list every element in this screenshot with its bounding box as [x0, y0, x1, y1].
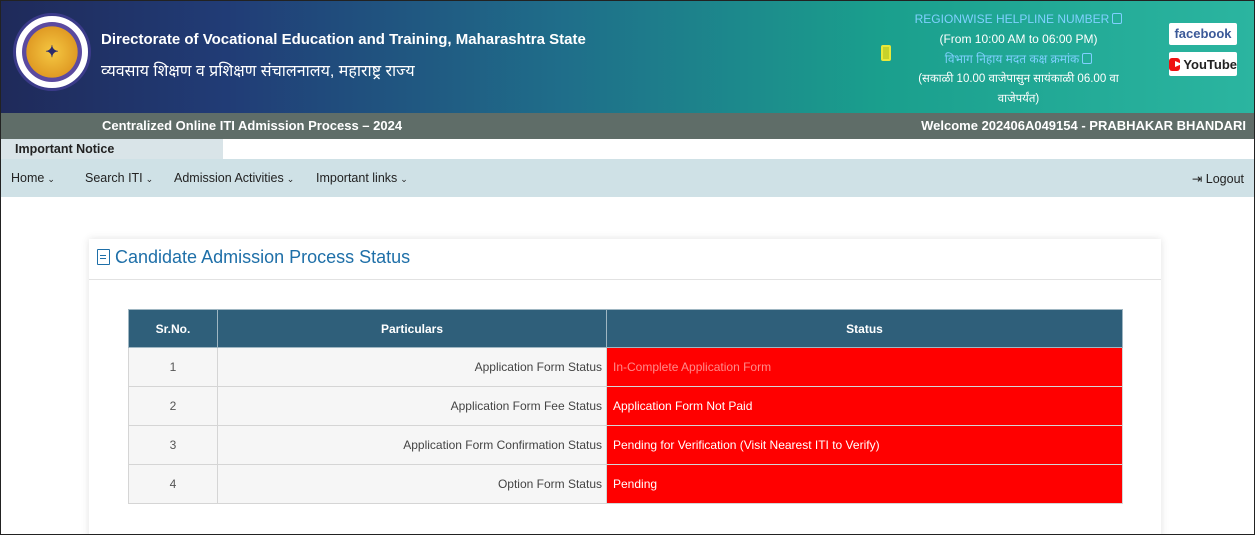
cell-srno: 2: [128, 386, 218, 426]
external-link-icon: [1112, 13, 1123, 24]
chevron-down-icon: ⌄: [145, 174, 154, 184]
table-row: 3 Application Form Confirmation Status P…: [128, 425, 1123, 465]
helpline-hours-marathi: (सकाळी 10.00 वाजेपासुन सायंकाळी 06.00 वा…: [918, 73, 1119, 105]
nav-admission-activities[interactable]: Admission Activities ⌄: [174, 171, 294, 185]
facebook-link[interactable]: facebook: [1169, 23, 1237, 45]
nav-important-links[interactable]: Important links ⌄: [316, 171, 408, 185]
table-header-row: Sr.No. Particulars Status: [128, 309, 1123, 348]
cell-particular: Option Form Status: [217, 464, 607, 504]
nav-search-iti[interactable]: Search ITI ⌄: [85, 171, 153, 185]
col-header-srno: Sr.No.: [128, 309, 218, 348]
cell-particular: Application Form Status: [217, 347, 607, 387]
chevron-down-icon: ⌄: [286, 174, 295, 184]
logout-icon: ⇥: [1191, 172, 1206, 186]
external-link-icon: [1082, 53, 1093, 64]
cell-particular: Application Form Fee Status: [217, 386, 607, 426]
nav-home[interactable]: Home ⌄: [11, 171, 55, 185]
table-row: 2 Application Form Fee Status Applicatio…: [128, 386, 1123, 426]
cell-status: Application Form Not Paid: [606, 386, 1123, 426]
helpline-link-english[interactable]: REGIONWISE HELPLINE NUMBER: [901, 9, 1136, 29]
page-frame: ✦ Directorate of Vocational Education an…: [0, 0, 1255, 535]
main-nav: Home ⌄ Search ITI ⌄ Admission Activities ⌄ …: [1, 159, 1254, 197]
cell-status: Pending: [606, 464, 1123, 504]
col-header-particulars: Particulars: [217, 309, 607, 348]
dvet-logo: ✦: [13, 13, 91, 91]
document-icon: [97, 249, 110, 265]
col-header-status: Status: [606, 309, 1123, 348]
panel-title: Candidate Admission Process Status: [97, 247, 410, 268]
welcome-user: Welcome 202406A049154 - PRABHAKAR BHANDA…: [921, 118, 1246, 133]
status-panel: Candidate Admission Process Status Sr.No…: [89, 239, 1161, 534]
panel-divider: [89, 279, 1161, 280]
youtube-link[interactable]: YouTube: [1169, 52, 1237, 76]
youtube-label: YouTube: [1183, 56, 1237, 72]
cell-particular: Application Form Confirmation Status: [217, 425, 607, 465]
helpline-hours-english: (From 10:00 AM to 06:00 PM): [939, 32, 1098, 46]
cell-status: In-Complete Application Form: [606, 347, 1123, 387]
status-table: Sr.No. Particulars Status 1 Application …: [128, 309, 1123, 504]
cell-srno: 3: [128, 425, 218, 465]
cell-srno: 1: [128, 347, 218, 387]
cell-srno: 4: [128, 464, 218, 504]
chevron-down-icon: ⌄: [400, 174, 408, 184]
org-name-marathi: व्यवसाय शिक्षण व प्रशिक्षण संचालनालय, मह…: [101, 63, 415, 80]
logo-emblem-icon: ✦: [22, 22, 82, 82]
logout-button[interactable]: ⇥ Logout: [1192, 171, 1244, 186]
title-bar: Centralized Online ITI Admission Process…: [1, 113, 1254, 139]
notice-bar: Important Notice: [1, 139, 1254, 159]
table-row: 1 Application Form Status In-Complete Ap…: [128, 347, 1123, 387]
org-name-english: Directorate of Vocational Education and …: [101, 31, 586, 48]
site-header: ✦ Directorate of Vocational Education an…: [1, 1, 1254, 113]
process-title: Centralized Online ITI Admission Process…: [102, 118, 403, 133]
cell-status: Pending for Verification (Visit Nearest …: [606, 425, 1123, 465]
helpline-block: REGIONWISE HELPLINE NUMBER (From 10:00 A…: [901, 9, 1136, 109]
youtube-play-icon: [1169, 57, 1183, 71]
helpline-link-marathi[interactable]: विभाग निहाय मदत कक्ष क्रमांक: [901, 49, 1136, 69]
table-row: 4 Option Form Status Pending: [128, 464, 1123, 504]
chevron-down-icon: ⌄: [47, 174, 55, 184]
important-notice-label: Important Notice: [1, 139, 223, 159]
phone-icon: [881, 45, 891, 61]
